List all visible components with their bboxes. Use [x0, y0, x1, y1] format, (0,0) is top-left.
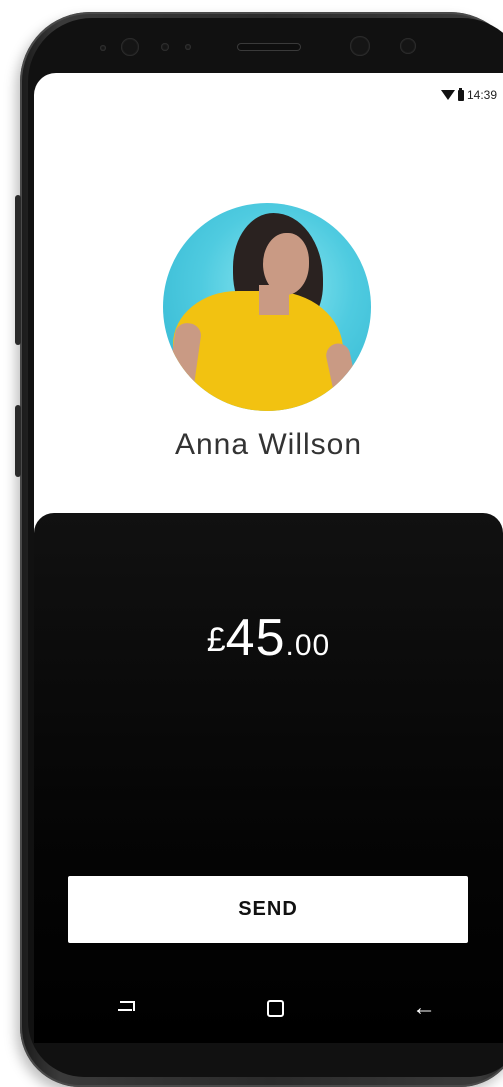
battery-icon — [457, 87, 464, 101]
home-button[interactable] — [261, 993, 291, 1023]
earpiece-speaker — [238, 44, 300, 50]
wifi-icon — [440, 90, 455, 100]
back-icon: ← — [412, 994, 436, 1021]
recents-icon — [118, 1001, 136, 1015]
amount-display: £45.00 — [34, 608, 503, 668]
home-icon — [267, 999, 284, 1017]
proximity-sensor — [100, 45, 106, 51]
status-time: 14:39 — [466, 88, 497, 102]
amount-panel: £45.00 SEND ← — [34, 513, 503, 1043]
bixby-button — [15, 405, 21, 477]
currency-symbol: £ — [206, 621, 226, 659]
iris-sensor — [161, 43, 169, 51]
amount-whole: 45 — [225, 609, 286, 667]
screen: 14:39 Anna Willson £45.00 SEND ← — [34, 73, 503, 1043]
avatar[interactable] — [163, 203, 371, 411]
volume-button — [15, 195, 21, 345]
status-bar: 14:39 — [383, 85, 503, 105]
amount-decimal: .00 — [285, 629, 331, 662]
send-button[interactable]: SEND — [68, 876, 468, 943]
light-sensor — [185, 44, 191, 50]
iris-led — [400, 38, 416, 54]
back-button[interactable]: ← — [409, 993, 439, 1023]
navigation-bar: ← — [34, 973, 503, 1043]
front-camera — [121, 38, 139, 56]
contact-name: Anna Willson — [174, 428, 363, 461]
iris-camera — [350, 36, 370, 56]
recents-button[interactable] — [112, 993, 142, 1023]
